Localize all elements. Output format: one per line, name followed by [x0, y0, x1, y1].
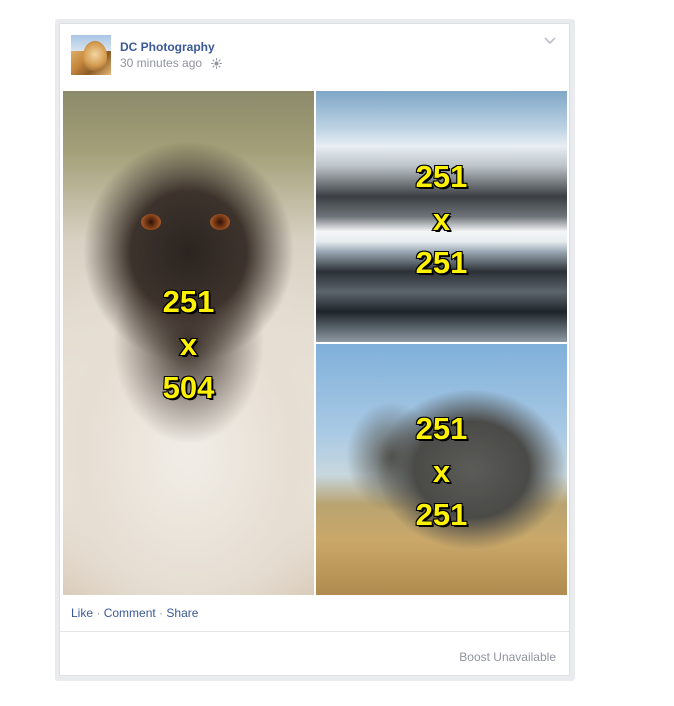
divider [60, 631, 569, 632]
photo-mountain[interactable]: 251 x 251 [316, 91, 567, 342]
share-link[interactable]: Share [166, 606, 198, 620]
separator: · [96, 606, 101, 620]
photo-monkey[interactable]: 251 x 504 [63, 91, 314, 595]
size-label-bottom-right: 251 x 251 [415, 410, 469, 533]
size-label-left: 251 x 504 [162, 283, 216, 406]
size-label-top-right: 251 x 251 [415, 158, 469, 281]
post-card: DC Photography 30 minutes ago 251 x 504 … [59, 23, 570, 676]
page-avatar[interactable] [71, 35, 111, 75]
chevron-down-icon[interactable] [543, 36, 557, 46]
globe-icon [211, 58, 222, 69]
like-link[interactable]: Like [71, 606, 93, 620]
post-timestamp[interactable]: 30 minutes ago [120, 56, 202, 70]
post-actions: Like · Comment · Share [71, 606, 198, 620]
separator: · [159, 606, 164, 620]
photo-elephant[interactable]: 251 x 251 [316, 344, 567, 595]
boost-unavailable-label: Boost Unavailable [459, 650, 556, 664]
comment-link[interactable]: Comment [104, 606, 156, 620]
page-name-link[interactable]: DC Photography [120, 40, 215, 54]
photo-grid: 251 x 504 251 x 251 251 x 251 [63, 91, 567, 595]
